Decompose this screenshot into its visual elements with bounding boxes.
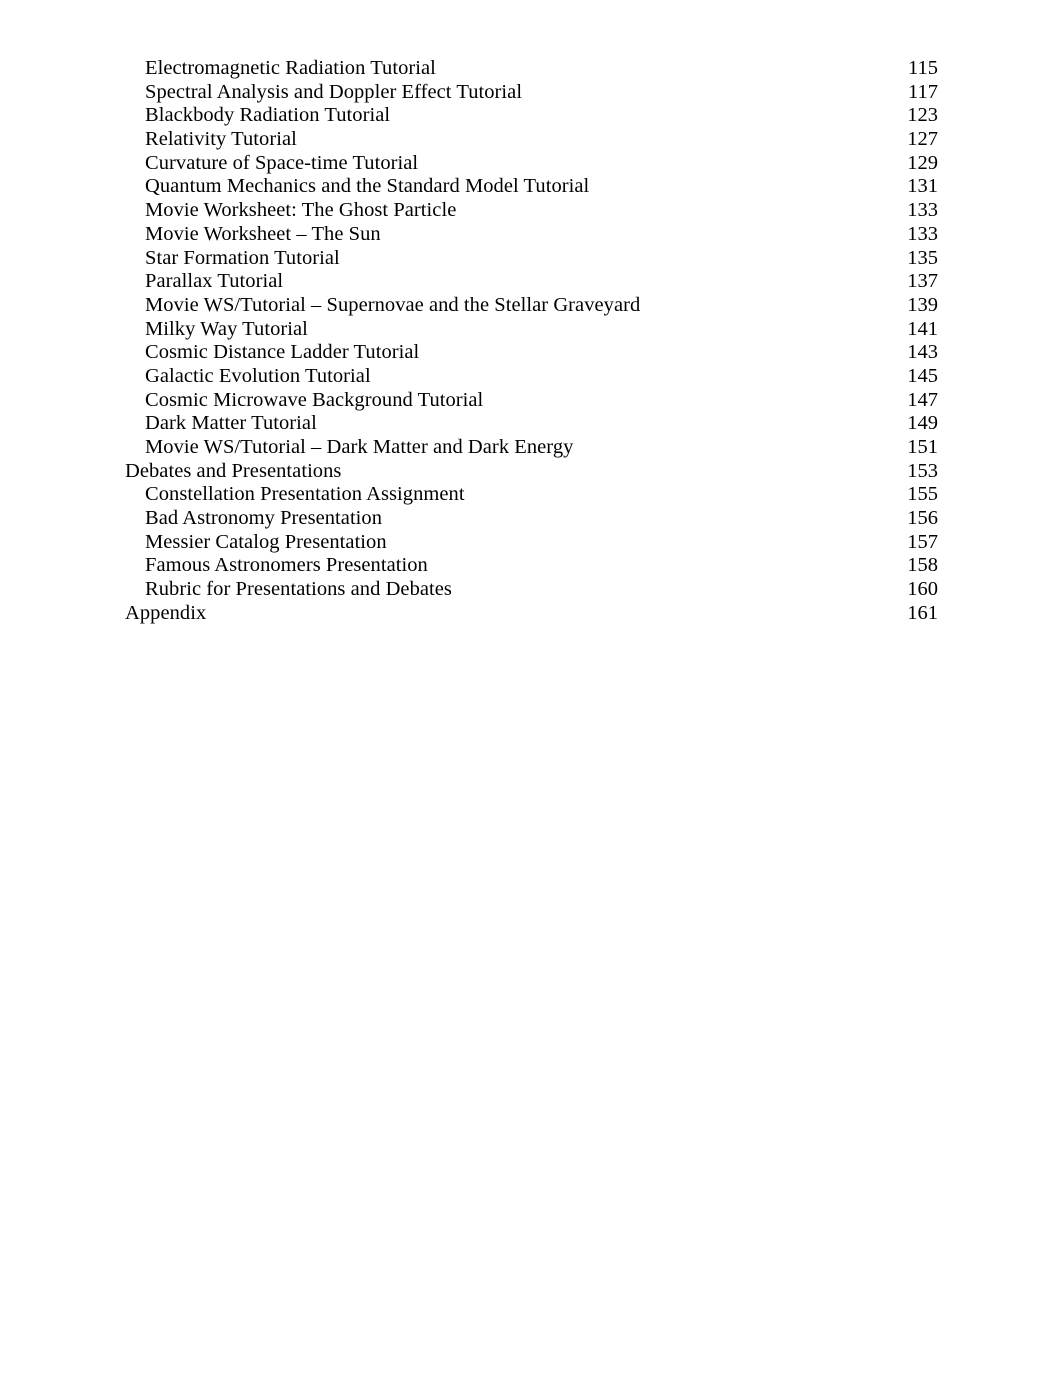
toc-entry[interactable]: Bad Astronomy Presentation 156: [125, 507, 938, 531]
toc-entry-page-number: 155: [907, 483, 938, 506]
toc-entry[interactable]: Blackbody Radiation Tutorial 123: [125, 104, 938, 128]
toc-entry-title: Cosmic Distance Ladder Tutorial: [145, 341, 420, 364]
toc-entry-title: Cosmic Microwave Background Tutorial: [145, 388, 484, 411]
toc-entry[interactable]: Movie WS/Tutorial – Dark Matter and Dark…: [125, 436, 938, 460]
toc-entry-title: Electromagnetic Radiation Tutorial: [145, 57, 436, 79]
toc-entry-page-number: 127: [907, 128, 938, 151]
table-of-contents: Electromagnetic Radiation Tutorial 115 Spe…: [125, 57, 938, 626]
toc-entry-title: Movie WS/Tutorial – Dark Matter and Dark…: [145, 436, 574, 458]
toc-entry-title: Galactic Evolution Tutorial: [145, 364, 371, 387]
toc-entry[interactable]: Relativity Tutorial 127: [125, 128, 938, 152]
toc-entry[interactable]: Milky Way Tutorial 141: [125, 318, 938, 342]
toc-entry-page-number: 129: [907, 151, 938, 174]
toc-entry-page-number: 156: [907, 507, 938, 530]
toc-entry-page-number: 149: [907, 412, 938, 435]
toc-entry-title: Bad Astronomy Presentation: [145, 507, 383, 530]
toc-entry[interactable]: Electromagnetic Radiation Tutorial 115: [125, 57, 938, 81]
toc-entry-title: Movie Worksheet – The Sun: [145, 222, 381, 245]
toc-entry[interactable]: Rubric for Presentations and Debates 160: [125, 578, 938, 602]
toc-entry-page-number: 115: [908, 57, 938, 79]
toc-entry-title: Appendix: [125, 601, 207, 624]
toc-entry-title: Movie Worksheet: The Ghost Particle: [145, 199, 457, 222]
toc-entry-title: Debates and Presentations: [125, 459, 342, 482]
toc-entry-title: Quantum Mechanics and the Standard Model…: [145, 175, 590, 198]
toc-entry-page-number: 147: [907, 388, 938, 411]
toc-entry-title: Messier Catalog Presentation: [145, 530, 387, 553]
toc-entry[interactable]: Cosmic Microwave Background Tutorial 147: [125, 389, 938, 413]
toc-entry-title: Curvature of Space-time Tutorial: [145, 151, 419, 174]
toc-entry-page-number: 133: [907, 199, 938, 222]
toc-entry-title: Rubric for Presentations and Debates: [145, 578, 452, 601]
toc-entry[interactable]: Dark Matter Tutorial 149: [125, 412, 938, 436]
toc-entry-page-number: 123: [907, 104, 938, 127]
toc-entry-page-number: 117: [908, 80, 938, 103]
toc-entry-page-number: 141: [907, 317, 938, 340]
toc-entry-page-number: 145: [907, 364, 938, 387]
toc-entry-title: Milky Way Tutorial: [145, 317, 308, 340]
toc-entry-title: Constellation Presentation Assignment: [145, 483, 465, 506]
toc-entry-page-number: 137: [907, 270, 938, 293]
toc-entry-title: Star Formation Tutorial: [145, 246, 340, 269]
toc-entry-page-number: 157: [907, 530, 938, 553]
toc-entry-page-number: 133: [907, 222, 938, 245]
toc-entry-title: Spectral Analysis and Doppler Effect Tut…: [145, 80, 523, 103]
toc-entry-page-number: 158: [907, 554, 938, 577]
toc-entry-title: Famous Astronomers Presentation: [145, 554, 428, 577]
toc-entry-page-number: 151: [907, 436, 938, 458]
toc-entry-page-number: 161: [907, 601, 938, 624]
toc-entry[interactable]: Movie Worksheet: The Ghost Particle 133: [125, 199, 938, 223]
toc-entry-title: Parallax Tutorial: [145, 270, 284, 293]
toc-entry[interactable]: Constellation Presentation Assignment 155: [125, 483, 938, 507]
toc-entry[interactable]: Quantum Mechanics and the Standard Model…: [125, 175, 938, 199]
toc-entry[interactable]: Curvature of Space-time Tutorial 129: [125, 152, 938, 176]
toc-entry[interactable]: Messier Catalog Presentation 157: [125, 531, 938, 555]
toc-entry-page-number: 131: [907, 175, 938, 198]
toc-entry[interactable]: Movie Worksheet – The Sun 133: [125, 223, 938, 247]
toc-entry[interactable]: Movie WS/Tutorial – Supernovae and the S…: [125, 294, 938, 318]
toc-entry-page-number: 160: [907, 578, 938, 601]
toc-entry[interactable]: Appendix 161: [125, 602, 938, 626]
toc-entry[interactable]: Parallax Tutorial 137: [125, 270, 938, 294]
document-page: Electromagnetic Radiation Tutorial 115 Spe…: [0, 0, 1062, 1376]
toc-entry-page-number: 153: [907, 459, 938, 482]
toc-entry[interactable]: Galactic Evolution Tutorial 145: [125, 365, 938, 389]
toc-entry-page-number: 135: [907, 246, 938, 269]
toc-entry-title: Movie WS/Tutorial – Supernovae and the S…: [145, 293, 641, 316]
toc-entry[interactable]: Debates and Presentations 153: [125, 460, 938, 484]
toc-entry-title: Relativity Tutorial: [145, 128, 297, 151]
toc-entry-page-number: 143: [907, 341, 938, 364]
toc-entry[interactable]: Famous Astronomers Presentation 158: [125, 554, 938, 578]
toc-entry[interactable]: Cosmic Distance Ladder Tutorial 143: [125, 341, 938, 365]
toc-entry[interactable]: Spectral Analysis and Doppler Effect Tut…: [125, 81, 938, 105]
toc-entry-title: Dark Matter Tutorial: [145, 412, 317, 435]
toc-entry-page-number: 139: [907, 293, 938, 316]
toc-entry-title: Blackbody Radiation Tutorial: [145, 104, 391, 127]
toc-entry[interactable]: Star Formation Tutorial 135: [125, 247, 938, 271]
